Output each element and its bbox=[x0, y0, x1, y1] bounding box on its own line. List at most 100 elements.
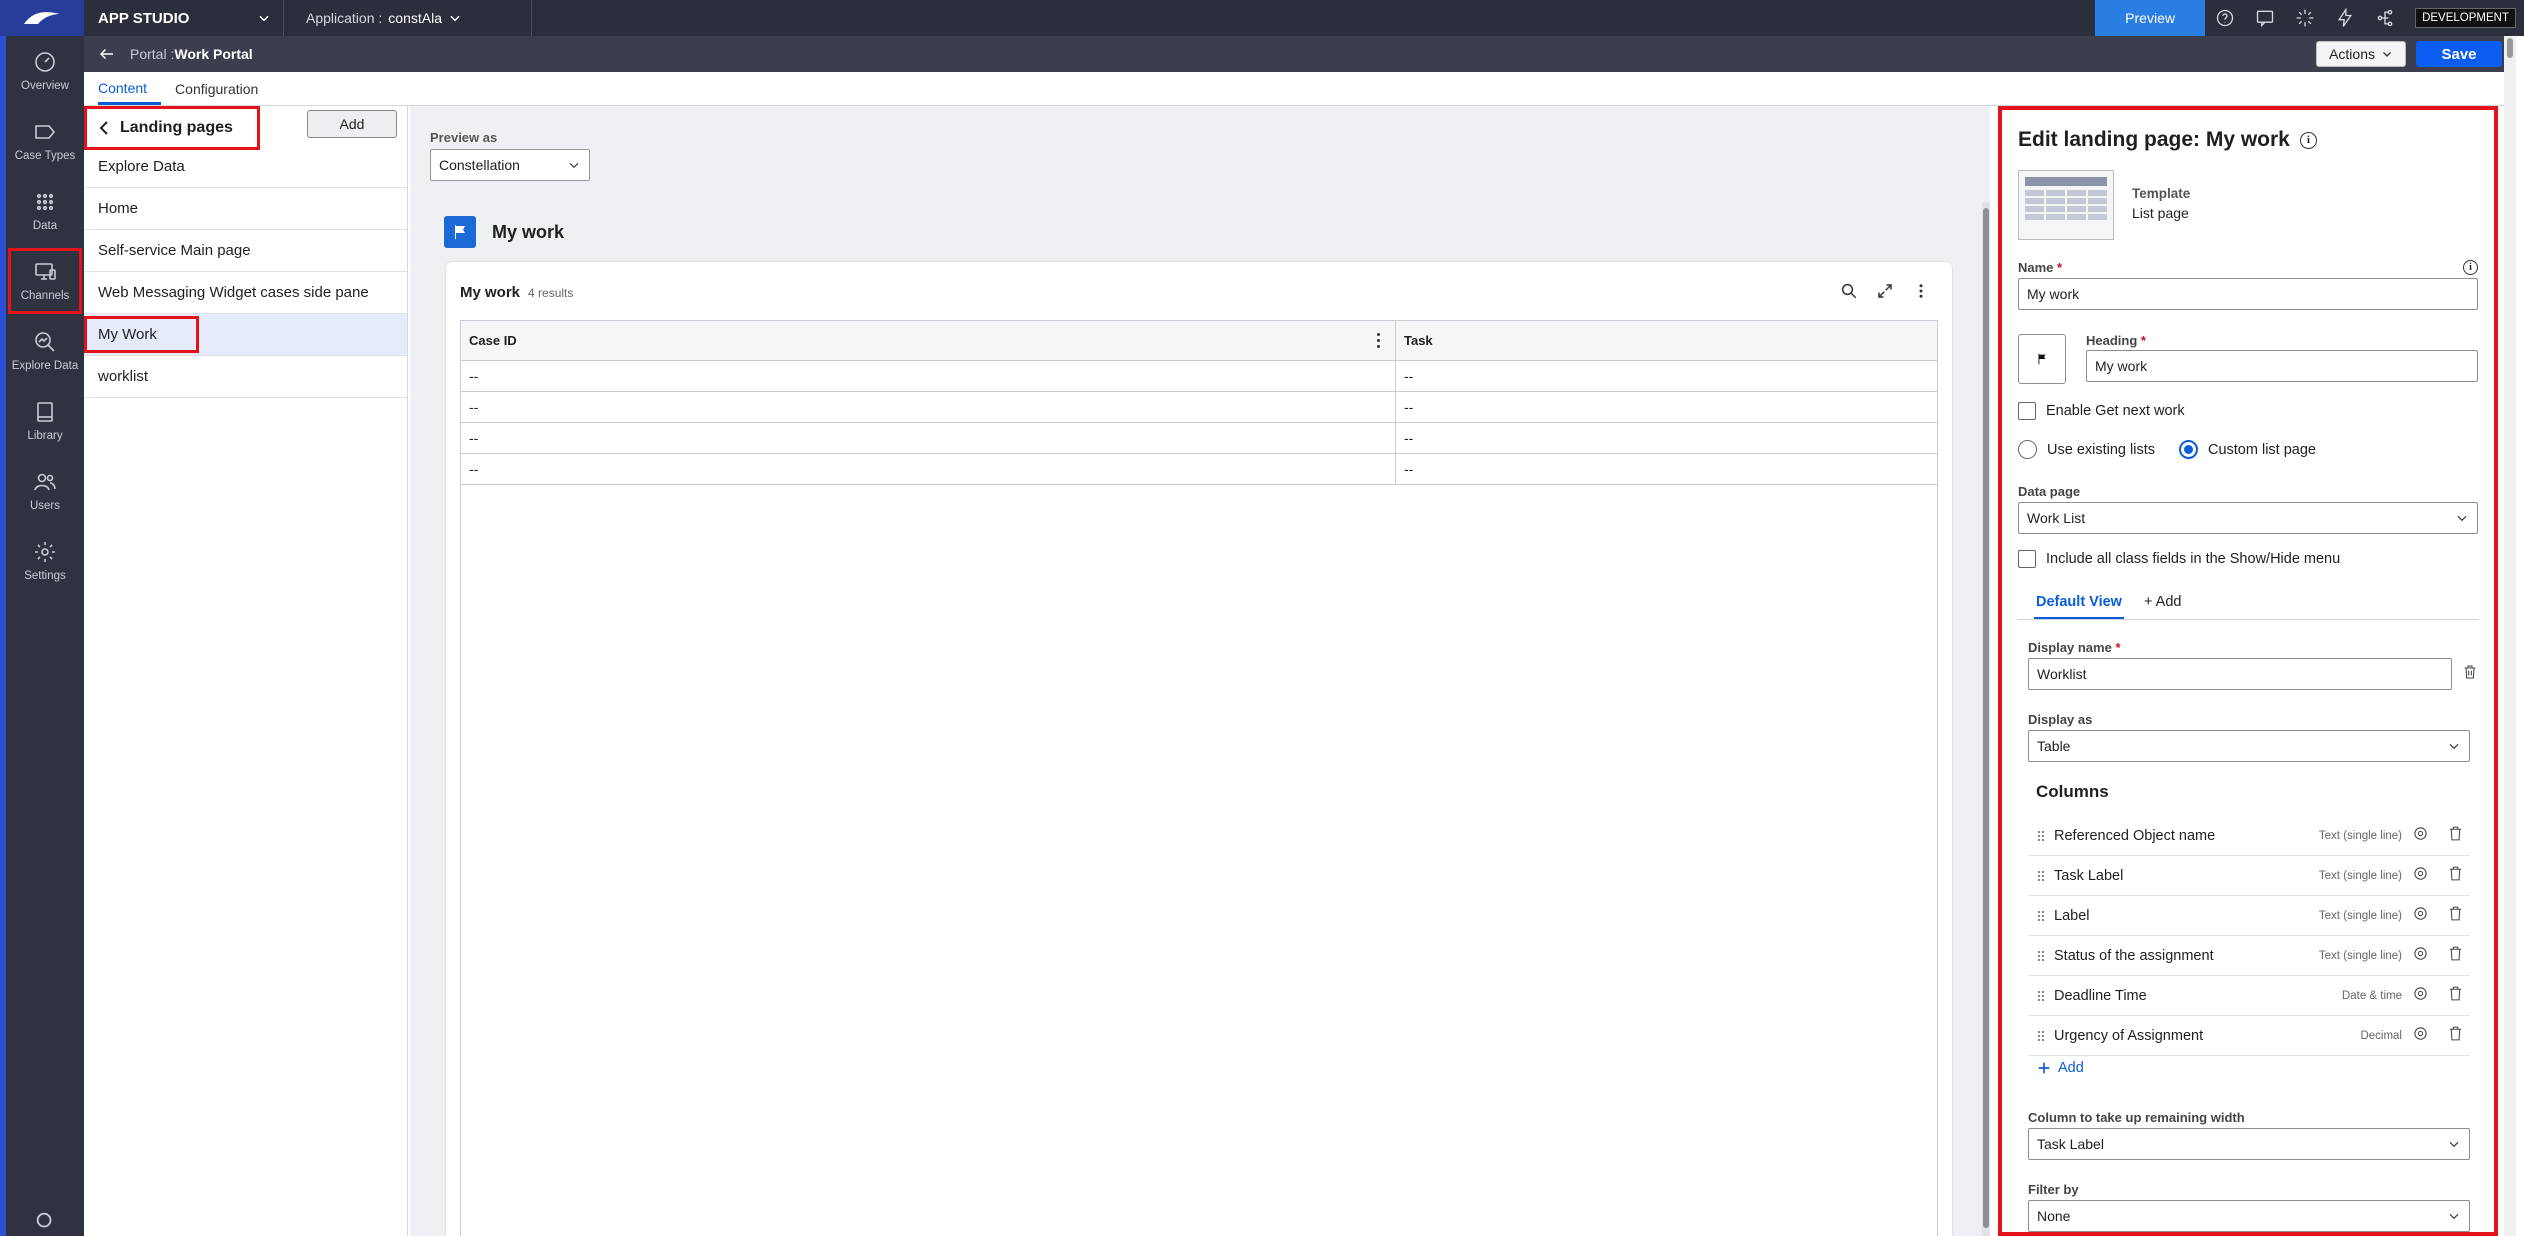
pega-logo[interactable] bbox=[0, 0, 84, 36]
column-settings-button[interactable] bbox=[2412, 865, 2429, 886]
add-column-link[interactable]: Add bbox=[2036, 1060, 2478, 1076]
grid-dots-icon bbox=[36, 193, 54, 211]
column-row[interactable]: Status of the assignment Text (single li… bbox=[2028, 936, 2470, 976]
explore-icon bbox=[35, 332, 55, 352]
column-delete-button[interactable] bbox=[2447, 825, 2464, 846]
heading-input[interactable]: My work bbox=[2086, 350, 2478, 382]
rail-search[interactable] bbox=[6, 1210, 84, 1232]
back-button[interactable] bbox=[84, 45, 130, 63]
heading-icon-picker[interactable] bbox=[2018, 334, 2066, 384]
trash-icon bbox=[2464, 664, 2476, 679]
gear-icon bbox=[2414, 907, 2427, 920]
template-label: Template bbox=[2132, 186, 2191, 201]
rail-item-data[interactable]: Data bbox=[6, 176, 84, 246]
landing-item-label: Explore Data bbox=[98, 158, 185, 175]
drag-handle-icon[interactable] bbox=[2028, 950, 2054, 961]
drag-handle-icon[interactable] bbox=[2028, 910, 2054, 921]
expand-icon[interactable] bbox=[1876, 282, 1894, 300]
page-scrollbar[interactable] bbox=[2504, 36, 2516, 1236]
filter-by-select[interactable]: None bbox=[2028, 1200, 2470, 1232]
column-delete-button[interactable] bbox=[2447, 945, 2464, 966]
table-row[interactable]: -- -- bbox=[461, 423, 1937, 454]
rail-item-users[interactable]: Users bbox=[6, 456, 84, 526]
column-settings-button[interactable] bbox=[2412, 985, 2429, 1006]
preview-button[interactable]: Preview bbox=[2095, 0, 2206, 36]
column-row[interactable]: Task Label Text (single line) bbox=[2028, 856, 2470, 896]
share-button[interactable] bbox=[2365, 0, 2405, 36]
table-row[interactable]: -- -- bbox=[461, 361, 1937, 392]
landing-item-explore-data[interactable]: Explore Data bbox=[84, 146, 407, 188]
spark-button[interactable] bbox=[2285, 0, 2325, 36]
chat-button[interactable] bbox=[2245, 0, 2285, 36]
trash-icon bbox=[2449, 986, 2462, 1001]
landing-item-my-work[interactable]: My Work bbox=[84, 314, 407, 356]
lightning-button[interactable] bbox=[2325, 0, 2365, 36]
info-icon[interactable]: i bbox=[2299, 131, 2317, 149]
actions-menu-button[interactable]: Actions bbox=[2316, 41, 2406, 67]
add-view-link[interactable]: + Add bbox=[2144, 594, 2182, 619]
rail-item-channels[interactable]: Channels bbox=[6, 246, 84, 316]
landing-item-home[interactable]: Home bbox=[84, 188, 407, 230]
search-icon[interactable] bbox=[1840, 282, 1858, 300]
preview-as-select[interactable]: Constellation bbox=[430, 149, 590, 181]
delete-view-button[interactable] bbox=[2462, 664, 2478, 685]
column-row[interactable]: Referenced Object name Text (single line… bbox=[2028, 816, 2470, 856]
column-delete-button[interactable] bbox=[2447, 1025, 2464, 1046]
drag-handle-icon[interactable] bbox=[2028, 830, 2054, 841]
rail-item-settings[interactable]: Settings bbox=[6, 526, 84, 596]
drag-handle-icon[interactable] bbox=[2028, 870, 2054, 881]
column-settings-button[interactable] bbox=[2412, 1025, 2429, 1046]
column-settings-button[interactable] bbox=[2412, 825, 2429, 846]
filter-by-value: None bbox=[2037, 1208, 2071, 1224]
drag-handle-icon[interactable] bbox=[2028, 1030, 2054, 1041]
application-selector[interactable]: Application : constAla bbox=[284, 0, 532, 36]
landing-item-worklist[interactable]: worklist bbox=[84, 356, 407, 398]
column-row[interactable]: Urgency of Assignment Decimal bbox=[2028, 1016, 2470, 1056]
rail-item-overview[interactable]: Overview bbox=[6, 36, 84, 106]
data-page-select[interactable]: Work List bbox=[2018, 502, 2478, 534]
table-row[interactable]: -- -- bbox=[461, 454, 1937, 485]
display-name-input[interactable]: Worklist bbox=[2028, 658, 2452, 690]
column-header-case-id[interactable]: Case ID bbox=[461, 321, 1396, 360]
tab-configuration[interactable]: Configuration bbox=[175, 81, 272, 105]
column-settings-button[interactable] bbox=[2412, 945, 2429, 966]
info-icon[interactable]: i bbox=[2463, 260, 2478, 275]
landing-item-self-service[interactable]: Self-service Main page bbox=[84, 230, 407, 272]
radio-custom-list[interactable] bbox=[2178, 440, 2198, 459]
display-as-select[interactable]: Table bbox=[2028, 730, 2470, 762]
column-row[interactable]: Deadline Time Date & time bbox=[2028, 976, 2470, 1016]
add-landing-page-button[interactable]: Add bbox=[307, 110, 397, 138]
studio-switcher[interactable]: APP STUDIO bbox=[84, 0, 284, 36]
rail-item-library[interactable]: Library bbox=[6, 386, 84, 456]
table-row[interactable]: -- -- bbox=[461, 392, 1937, 423]
display-as-value: Table bbox=[2037, 738, 2071, 754]
column-delete-button[interactable] bbox=[2447, 905, 2464, 926]
remaining-width-label: Column to take up remaining width bbox=[2028, 1110, 2245, 1125]
radio-use-existing[interactable] bbox=[2018, 440, 2037, 459]
tab-default-view[interactable]: Default View bbox=[2034, 594, 2124, 619]
column-settings-button[interactable] bbox=[2412, 905, 2429, 926]
card-title: My work 4 results bbox=[460, 284, 573, 301]
column-menu-icon[interactable] bbox=[1377, 333, 1381, 351]
name-input[interactable]: My work bbox=[2018, 278, 2478, 310]
help-button[interactable] bbox=[2205, 0, 2245, 36]
add-column-label: Add bbox=[2058, 1060, 2084, 1076]
include-class-fields-checkbox[interactable]: Include all class fields in the Show/Hid… bbox=[2018, 550, 2478, 568]
column-row[interactable]: Label Text (single line) bbox=[2028, 896, 2470, 936]
chevron-left-icon bbox=[99, 121, 108, 135]
more-vertical-icon[interactable] bbox=[1912, 282, 1930, 300]
table-cell: -- bbox=[1404, 368, 1414, 384]
column-header-task[interactable]: Task bbox=[1396, 321, 1937, 360]
enable-get-next-work-checkbox[interactable]: Enable Get next work bbox=[2018, 402, 2478, 420]
landing-pages-back[interactable]: Landing pages bbox=[84, 106, 260, 150]
preview-scrollbar[interactable] bbox=[1982, 202, 1990, 1236]
rail-item-case-types[interactable]: Case Types bbox=[6, 106, 84, 176]
tab-content[interactable]: Content bbox=[98, 80, 162, 105]
column-delete-button[interactable] bbox=[2447, 985, 2464, 1006]
landing-item-web-messaging[interactable]: Web Messaging Widget cases side pane bbox=[84, 272, 407, 314]
rail-item-explore-data[interactable]: Explore Data bbox=[6, 316, 84, 386]
drag-handle-icon[interactable] bbox=[2028, 990, 2054, 1001]
save-button[interactable]: Save bbox=[2416, 41, 2502, 67]
column-delete-button[interactable] bbox=[2447, 865, 2464, 886]
remaining-width-select[interactable]: Task Label bbox=[2028, 1128, 2470, 1160]
